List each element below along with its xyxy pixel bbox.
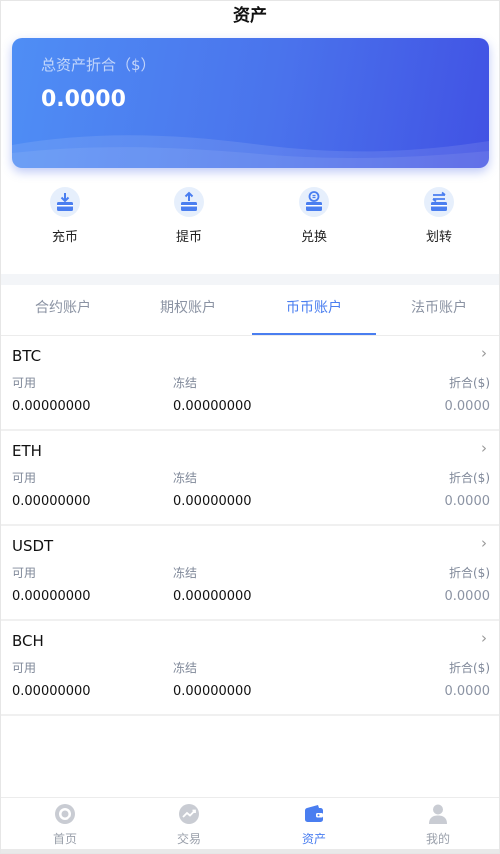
frozen-label: 冻结 [173, 376, 198, 390]
converted-value: 0.0000 [444, 684, 491, 699]
coin-row-eth[interactable]: ETH › 可用 冻结 折合($) 0.00000000 0.00000000 … [1, 431, 499, 526]
available-value: 0.00000000 [12, 589, 91, 604]
available-value: 0.00000000 [12, 684, 91, 699]
tab-fiat-account[interactable]: 法币账户 [377, 285, 499, 335]
converted-label: 折合($) [449, 471, 490, 485]
converted-label: 折合($) [449, 661, 490, 675]
available-label: 可用 [12, 566, 37, 580]
frozen-label: 冻结 [173, 661, 198, 675]
available-label: 可用 [12, 661, 37, 675]
available-label: 可用 [12, 376, 37, 390]
total-asset-label: 总资产折合（$） [41, 56, 156, 74]
nav-assets-label: 资产 [301, 832, 326, 846]
profile-icon [429, 804, 447, 824]
chevron-right-icon: › [481, 344, 487, 362]
deposit-label: 充币 [51, 230, 78, 245]
coin-row-btc[interactable]: BTC › 可用 冻结 折合($) 0.00000000 0.00000000 … [1, 336, 499, 431]
converted-value: 0.0000 [444, 494, 491, 509]
home-indicator-bar [1, 849, 499, 853]
nav-profile[interactable]: 我的 [376, 802, 499, 847]
assets-page: 资产 总资产折合（$） 0.0000 充币 提币 兑换 划转 合约账户 期权账户… [0, 0, 500, 854]
tab-contract-account[interactable]: 合约账户 [1, 285, 125, 335]
frozen-value: 0.00000000 [173, 399, 252, 414]
total-asset-value: 0.0000 [41, 87, 126, 112]
coin-list: BTC › 可用 冻结 折合($) 0.00000000 0.00000000 … [1, 336, 499, 716]
deposit-button[interactable]: 充币 [25, 187, 105, 245]
nav-profile-label: 我的 [425, 832, 450, 846]
nav-assets[interactable]: 资产 [252, 802, 376, 847]
total-asset-card: 总资产折合（$） 0.0000 [12, 38, 489, 168]
trade-chart-icon [179, 804, 199, 824]
frozen-value: 0.00000000 [173, 684, 252, 699]
converted-label: 折合($) [449, 376, 490, 390]
transfer-icon [424, 187, 454, 217]
quick-actions: 充币 提币 兑换 划转 [1, 187, 499, 257]
chevron-right-icon: › [481, 534, 487, 552]
nav-trade[interactable]: 交易 [127, 802, 251, 847]
available-label: 可用 [12, 471, 37, 485]
exchange-button[interactable]: 兑换 [274, 187, 354, 245]
nav-home[interactable]: 首页 [3, 802, 127, 847]
nav-home-label: 首页 [52, 832, 77, 846]
tab-options-account[interactable]: 期权账户 [126, 285, 250, 335]
account-tabs: 合约账户 期权账户 币币账户 法币账户 [1, 285, 499, 336]
frozen-value: 0.00000000 [173, 494, 252, 509]
transfer-label: 划转 [425, 230, 452, 245]
coin-name: BCH [12, 632, 44, 650]
page-title: 资产 [233, 6, 267, 26]
chevron-right-icon: › [481, 439, 487, 457]
coin-name: USDT [12, 537, 54, 555]
home-icon [55, 804, 75, 824]
exchange-icon [299, 187, 329, 217]
nav-trade-label: 交易 [176, 832, 201, 846]
section-divider [1, 274, 499, 285]
bottom-nav: 首页 交易 资产 我的 [1, 797, 499, 850]
wallet-icon [305, 805, 323, 822]
frozen-label: 冻结 [173, 566, 198, 580]
chevron-right-icon: › [481, 629, 487, 647]
transfer-button[interactable]: 划转 [399, 187, 479, 245]
available-value: 0.00000000 [12, 494, 91, 509]
converted-value: 0.0000 [444, 399, 491, 414]
deposit-icon [50, 187, 80, 217]
coin-name: ETH [12, 442, 42, 460]
exchange-label: 兑换 [300, 230, 327, 245]
frozen-value: 0.00000000 [173, 589, 252, 604]
tab-spot-account[interactable]: 币币账户 [252, 285, 376, 335]
converted-value: 0.0000 [444, 589, 491, 604]
withdraw-button[interactable]: 提币 [149, 187, 229, 245]
frozen-label: 冻结 [173, 471, 198, 485]
coin-row-bch[interactable]: BCH › 可用 冻结 折合($) 0.00000000 0.00000000 … [1, 621, 499, 716]
coin-row-usdt[interactable]: USDT › 可用 冻结 折合($) 0.00000000 0.00000000… [1, 526, 499, 621]
converted-label: 折合($) [449, 566, 490, 580]
withdraw-label: 提币 [175, 230, 202, 245]
coin-name: BTC [12, 347, 42, 365]
available-value: 0.00000000 [12, 399, 91, 414]
withdraw-icon [174, 187, 204, 217]
card-wave-decoration [12, 135, 489, 168]
